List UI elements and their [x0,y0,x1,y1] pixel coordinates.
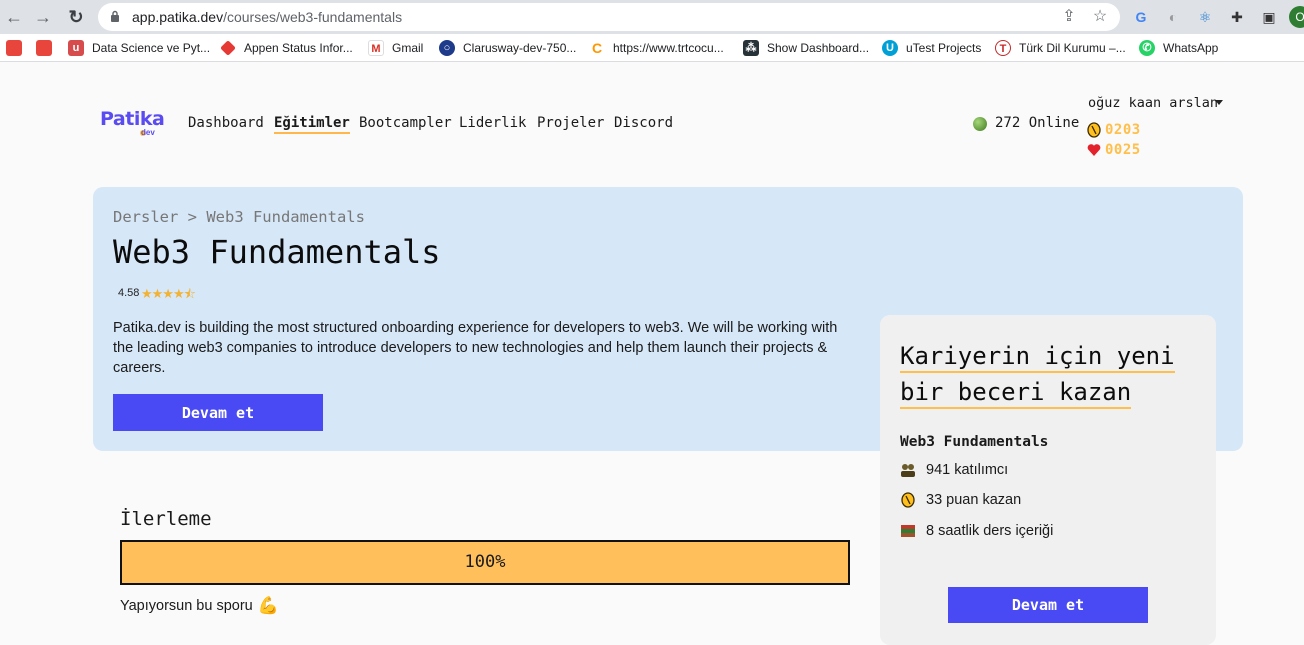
card-title: Kariyerin için yeni bir beceri kazan [900,338,1175,410]
bookmark-label: Gmail [392,41,424,55]
progress-label: İlerleme [120,508,212,530]
bookmark-label: Show Dashboard... [767,41,870,55]
share-icon[interactable]: ⇪ [1060,8,1078,26]
bookmark-item[interactable]: UuTest Projects [882,39,981,57]
progress-note: Yapıyorsun bu sporu 💪 [120,596,279,616]
nav-bootcampler[interactable]: Bootcampler [359,115,452,131]
back-icon[interactable]: ← [2,5,26,29]
bookmark-label: uTest Projects [906,41,982,55]
page-title: Web3 Fundamentals [113,233,441,271]
rating-value: 4.58 [118,287,140,299]
books-icon [901,525,915,537]
bookmark-item[interactable]: T Türk Dil Kurumu –... [995,39,1126,57]
bookmark-label: WhatsApp [1163,41,1219,55]
hours-row: 8 saatlik ders içeriği [900,523,1053,539]
card-title-line1: Kariyerin için yeni [900,342,1175,373]
translate-icon[interactable]: G [1130,6,1152,28]
card-title-line2: bir beceri kazan [900,378,1132,409]
patika-logo[interactable]: Patika [100,108,165,130]
heart-count: 0025 [1105,142,1141,158]
participants-row: 941 katılımcı [900,462,1008,478]
nav-discord[interactable]: Discord [614,115,673,131]
bookmark-star-icon[interactable]: ☆ [1091,8,1109,26]
coin-count: 0203 [1105,122,1141,138]
flexed-biceps-icon: 💪 [257,596,279,615]
bookmarks-bar: u Data Science ve Pyt... Appen Status Inf… [0,34,1304,62]
bookmark-item[interactable]: M Gmail [368,39,423,57]
online-count: 272 Online [995,115,1080,131]
progress-note-text: Yapıyorsun bu sporu [120,598,253,614]
bookmark-label: Türk Dil Kurumu –... [1019,41,1126,55]
url-text: app.patika.dev/courses/web3-fundamentals [132,9,403,25]
breadcrumb[interactable]: Dersler > Web3 Fundamentals [113,208,365,226]
nav-dashboard[interactable]: Dashboard [188,115,264,131]
extension-icon[interactable]: ◐ [1162,6,1184,28]
caret-down-icon[interactable] [1215,100,1223,105]
browser-toolbar: ← → ↻ app.patika.dev/courses/web3-fundam… [0,0,1304,34]
coin-icon [901,492,915,508]
trt-icon: C [589,40,605,56]
profile-avatar[interactable]: O [1289,6,1304,28]
bookmark-label: https://www.trtcocu... [613,41,724,55]
bookmark-item[interactable] [36,39,60,57]
udemy-icon: u [68,40,84,56]
bookmark-item[interactable]: u Data Science ve Pyt... [68,39,210,57]
progress-bar: 100% [120,540,850,585]
bookmark-item[interactable]: ⁂ Show Dashboard... [743,39,869,57]
user-menu[interactable]: oğuz kaan arslan [1088,95,1218,111]
bookmark-label: Clarusway-dev-750... [463,41,577,55]
tdk-icon: T [995,40,1011,56]
bookmark-item[interactable] [6,39,30,57]
bookmark-item[interactable]: ○ Clarusway-dev-750... [439,39,576,57]
bookmark-item[interactable]: ✆ WhatsApp [1139,39,1218,57]
points-row: 33 puan kazan [900,492,1021,508]
nav-projeler[interactable]: Projeler [537,115,604,131]
appen-icon [220,40,236,56]
continue-button[interactable]: Devam et [113,394,323,431]
coin-icon [1087,122,1101,138]
points-text: 33 puan kazan [926,492,1022,508]
lock-icon [111,10,119,22]
bookmark-item[interactable]: Appen Status Infor... [220,39,353,57]
forward-icon[interactable]: → [31,5,55,29]
utest-icon: U [882,40,898,56]
clarusway-icon: ○ [439,40,455,56]
card-continue-button[interactable]: Devam et [948,587,1148,623]
address-bar[interactable]: app.patika.dev/courses/web3-fundamentals… [98,3,1120,31]
chrome-icon [6,40,22,56]
dashboard-icon: ⁂ [743,40,759,56]
progress-percent: 100% [464,552,506,572]
reload-icon[interactable]: ↻ [64,5,88,29]
people-icon [901,464,915,477]
card-course-name: Web3 Fundamentals [900,434,1049,450]
gmail-icon: M [368,40,384,56]
bookmark-label: Data Science ve Pyt... [92,41,211,55]
whatsapp-icon: ✆ [1139,40,1155,56]
rating-stars-icon: ★★★★⯪ [141,286,196,301]
bookmark-item[interactable]: Chttps://www.trtcocu... [589,39,724,57]
participants-text: 941 katılımcı [926,462,1009,478]
nav-egitimler[interactable]: Eğitimler [274,115,350,134]
heart-icon [1087,144,1101,156]
extensions-puzzle-icon[interactable]: ✚ [1226,6,1248,28]
hours-text: 8 saatlik ders içeriği [926,523,1054,539]
chrome-icon [36,40,52,56]
logo-subtext: dev [141,128,155,137]
nav-liderlik[interactable]: Liderlik [459,115,526,131]
react-devtools-icon[interactable]: ⚛ [1194,6,1216,28]
side-panel-icon[interactable]: ▣ [1258,6,1280,28]
course-description: Patika.dev is building the most structur… [113,320,838,376]
bookmark-label: Appen Status Infor... [244,41,353,55]
online-status-icon [973,117,987,131]
